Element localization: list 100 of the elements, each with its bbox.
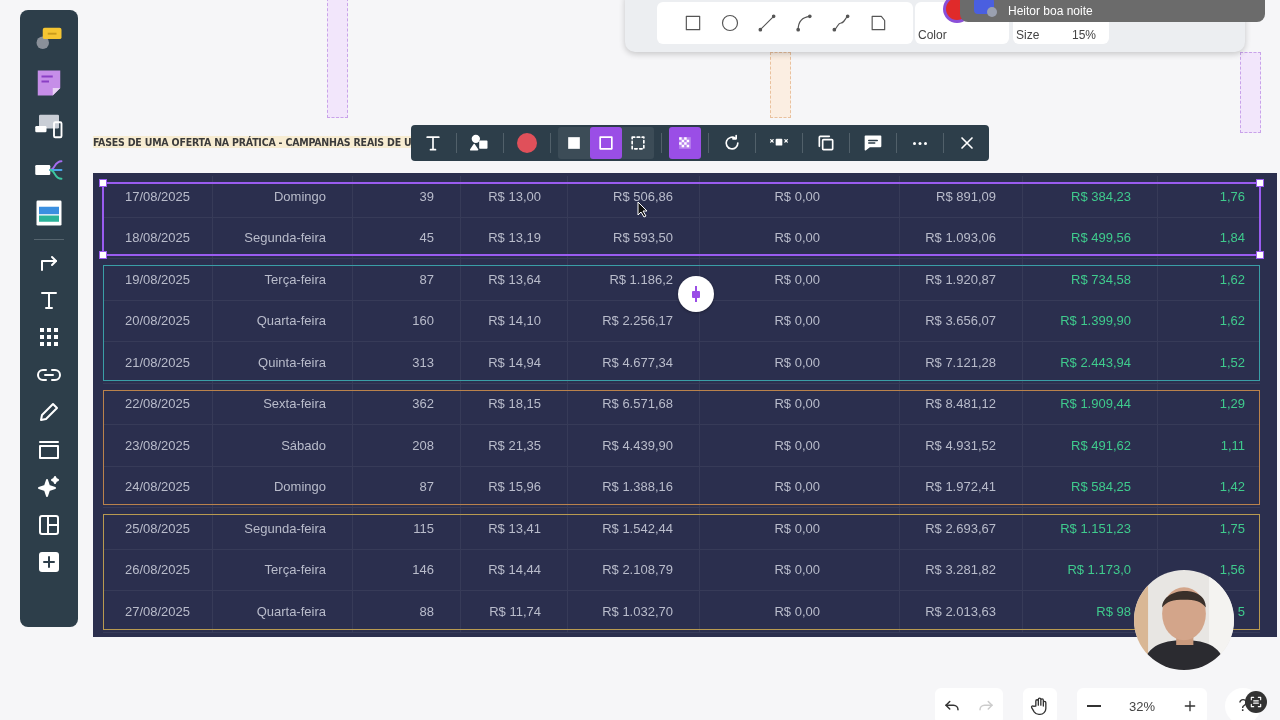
table-cell-text: 1,84	[1218, 229, 1246, 248]
sparkle-icon[interactable]	[37, 475, 61, 499]
pencil-icon[interactable]	[37, 400, 61, 424]
table-cell-text: 1,52	[1218, 353, 1246, 372]
table-cell: R$ 1.920,87	[900, 259, 1023, 300]
shapes-icon	[470, 133, 490, 153]
resize-handle[interactable]	[1256, 251, 1264, 259]
table-cell: Sábado	[213, 425, 353, 466]
table-cell: R$ 891,09	[900, 176, 1023, 217]
table-cell: 26/08/2025	[103, 549, 213, 590]
table-cell: R$ 0,00	[700, 466, 900, 507]
dashed-outline-icon	[628, 133, 648, 153]
table-cell: R$ 1.972,41	[900, 466, 1023, 507]
table-cell: 87	[353, 259, 461, 300]
table-cell: R$ 0,00	[700, 217, 900, 258]
row-group-outline[interactable]	[102, 182, 1261, 256]
circle-icon[interactable]	[719, 13, 740, 33]
marker-icon	[691, 286, 701, 302]
table-cell: R$ 14,44	[461, 549, 568, 590]
transparency-button[interactable]	[669, 127, 701, 159]
resize-handle[interactable]	[99, 179, 107, 187]
table-cell: R$ 491,62	[1023, 425, 1158, 466]
table-cell-text: 1,29	[1218, 395, 1246, 414]
table-cell: R$ 1.388,16	[568, 466, 700, 507]
table-cell: 313	[353, 342, 461, 383]
zoom-level: 32%	[1128, 698, 1157, 714]
table-cell: R$ 2.443,94	[1023, 342, 1158, 383]
table-cell: 362	[353, 383, 461, 424]
line-icon[interactable]	[756, 13, 777, 33]
table-cell: R$ 8.481,12	[900, 383, 1023, 424]
table-cell: Segunda-feira	[213, 508, 353, 549]
resize-handle[interactable]	[99, 251, 107, 259]
table-cell: R$ 1.093,06	[900, 217, 1023, 258]
table-cell: Terça-feira	[213, 549, 353, 590]
table-cell: 20/08/2025	[103, 300, 213, 341]
table-cell: Segunda-feira	[213, 217, 353, 258]
table-cell: R$ 13,64	[461, 259, 568, 300]
table-cell: R$ 21,35	[461, 425, 568, 466]
table-cell-text: 1,76	[1218, 187, 1246, 206]
color-label: Color	[918, 28, 947, 42]
table-cell: 146	[353, 549, 461, 590]
table-cell: R$ 593,50	[568, 217, 700, 258]
table-cell: R$ 4.931,52	[900, 425, 1023, 466]
table-cell: R$ 1.399,90	[1023, 300, 1158, 341]
table-cell: R$ 584,25	[1023, 466, 1158, 507]
row-group-outline[interactable]	[103, 389, 1260, 505]
table-cell: R$ 1.542,44	[568, 508, 700, 549]
screen-capture-button[interactable]	[1245, 691, 1267, 713]
table-cell: 39	[353, 176, 461, 217]
resize-handle[interactable]	[1256, 179, 1264, 187]
table-cell: Quarta-feira	[213, 591, 353, 632]
scan-icon	[1249, 695, 1263, 709]
table-cell: R$ 2.108,79	[568, 549, 700, 590]
table-cell: Domingo	[213, 176, 353, 217]
layout-icon[interactable]	[37, 512, 61, 537]
table-cell-text: 1,11	[1219, 436, 1246, 455]
table-cell: 19/08/2025	[103, 259, 213, 300]
table-cell: R$ 18,15	[461, 383, 568, 424]
plus-icon[interactable]	[37, 550, 61, 574]
table-cell: R$ 0,00	[700, 508, 900, 549]
table-cell: Quarta-feira	[213, 300, 353, 341]
table-cell: 22/08/2025	[103, 383, 213, 424]
curve-icon[interactable]	[793, 13, 814, 33]
table-cell: R$ 3.281,82	[900, 549, 1023, 590]
fill-style-button[interactable]	[590, 127, 622, 159]
grid-icon[interactable]	[37, 325, 61, 349]
table-cell: 208	[353, 425, 461, 466]
table-cell: 21/08/2025	[103, 342, 213, 383]
minus-icon	[1087, 705, 1101, 707]
table-cell: R$ 13,19	[461, 217, 568, 258]
table-cell: R$ 2.693,67	[900, 508, 1023, 549]
row-group-outline[interactable]	[103, 265, 1260, 381]
table-cell: R$ 1.151,23	[1023, 508, 1158, 549]
table-cell: 45	[353, 217, 461, 258]
table-cell: Domingo	[213, 466, 353, 507]
notification-text: Heitor boa noite	[1008, 3, 1093, 18]
table-cell: 115	[353, 508, 461, 549]
text-icon	[423, 133, 443, 153]
table-cell: 24/08/2025	[103, 466, 213, 507]
table-cell: R$ 11,74	[461, 591, 568, 632]
table-cell: 160	[353, 300, 461, 341]
bezier-icon[interactable]	[830, 13, 851, 33]
table-cell: R$ 4.439,90	[568, 425, 700, 466]
table-cell: R$ 499,56	[1023, 217, 1158, 258]
duplicate-icon	[816, 133, 836, 153]
table-cell: R$ 0,00	[700, 549, 900, 590]
table-cell: R$ 1.909,44	[1023, 383, 1158, 424]
table-cell: R$ 14,10	[461, 300, 568, 341]
more-icon	[913, 141, 927, 145]
table-cell: R$ 7.121,28	[900, 342, 1023, 383]
rotate-icon	[722, 133, 742, 153]
table-cell: Terça-feira	[213, 259, 353, 300]
app-icon	[974, 0, 998, 18]
table-cell: R$ 2.013,63	[900, 591, 1023, 632]
table-cell-text: 1,62	[1218, 312, 1246, 331]
row-group-outline[interactable]	[103, 514, 1260, 630]
table-cell: 27/08/2025	[103, 591, 213, 632]
table-cell: R$ 0,00	[700, 591, 900, 632]
table-cell: R$ 13,41	[461, 508, 568, 549]
table-cell: R$ 14,94	[461, 342, 568, 383]
